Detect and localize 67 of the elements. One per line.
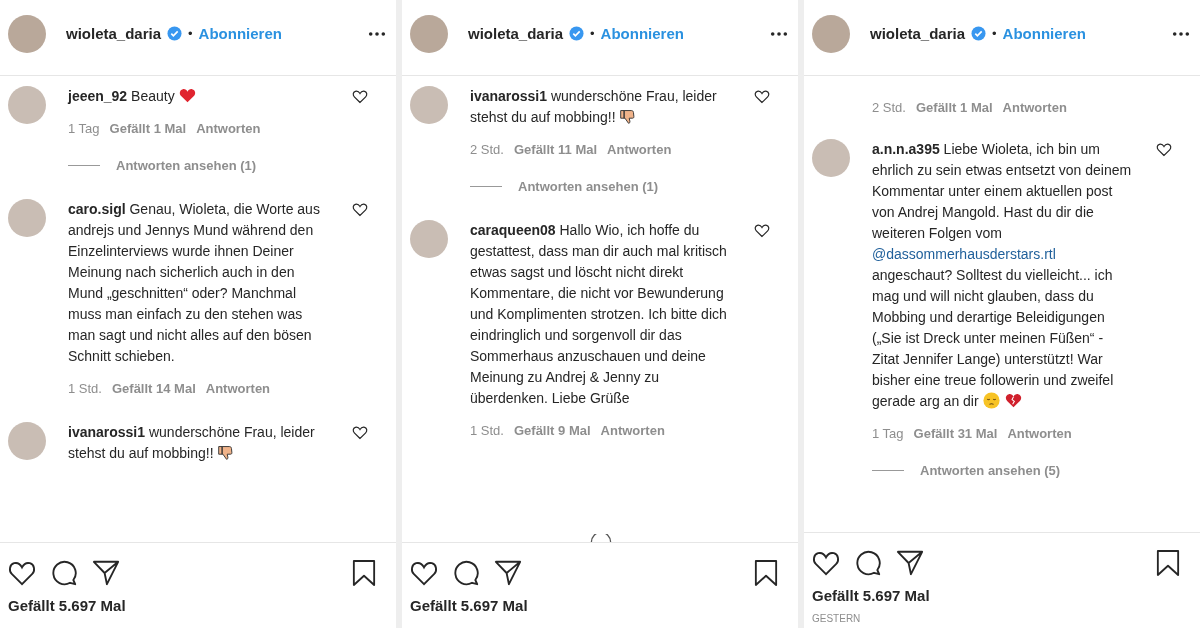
comment-time: 2 Std. bbox=[872, 100, 906, 115]
comment-icon[interactable] bbox=[50, 559, 78, 587]
follow-button[interactable]: Abonnieren bbox=[600, 25, 684, 42]
likes-count-link[interactable]: Gefällt 14 Mal bbox=[111, 381, 196, 396]
comment-text: ivanarossi1 wunderschöne Frau, leider stehst du auf mobbing!! bbox=[68, 423, 316, 463]
separator-dot: • bbox=[188, 26, 193, 41]
like-heart-icon[interactable] bbox=[754, 89, 770, 104]
likes-count-link[interactable]: Gefällt 31 Mal bbox=[913, 426, 998, 441]
like-heart-icon[interactable] bbox=[8, 559, 36, 587]
username-link[interactable]: wioleta_daria bbox=[468, 25, 564, 42]
separator-dot: • bbox=[992, 26, 997, 41]
likes-count-link[interactable]: Gefällt 1 Mal bbox=[109, 121, 187, 136]
bookmark-icon[interactable] bbox=[1156, 549, 1180, 577]
post-likes-count[interactable]: Gefällt 5.697 Mal bbox=[8, 597, 126, 614]
thumbs-down-icon bbox=[217, 444, 235, 461]
comment-text: jeeen_92 Beauty bbox=[68, 86, 330, 107]
username-link[interactable]: wioleta_daria bbox=[870, 25, 966, 42]
share-icon[interactable] bbox=[494, 559, 522, 587]
post-likes-count[interactable]: Gefällt 5.697 Mal bbox=[812, 587, 930, 604]
sad-face-icon bbox=[982, 392, 1000, 409]
username-link[interactable]: wioleta_daria bbox=[66, 25, 162, 42]
mention-link[interactable]: @dassommerhausderstars.rtl bbox=[872, 246, 1056, 262]
comment-icon[interactable] bbox=[452, 559, 480, 587]
reply-link[interactable]: Antworten bbox=[600, 423, 665, 438]
comment-text: a.n.n.a395 Liebe Wioleta, ich bin um ehrlich zu sein etwas entsetzt von deinem Kommentar unter einem aktuellen post von Andrej Mangold. Hast du dir die weiteren Folgen vom @dassommerhausderstars.rtl angeschaut? Solltest du vielleicht... ich mag und will nicht glauben, dass du Mobbing und derartige Beleidigungen („Sie ist Dreck unter meinen Füßen“ - Zitat Jennifer Lange) unterstützt! War bisher eine treue followerin und zweifel gerade arg an dir bbox=[872, 140, 1133, 411]
bookmark-icon[interactable] bbox=[754, 559, 778, 587]
share-icon[interactable] bbox=[896, 549, 924, 577]
comment-icon[interactable] bbox=[854, 549, 882, 577]
like-heart-icon[interactable] bbox=[754, 223, 770, 238]
follow-button[interactable]: Abonnieren bbox=[1002, 25, 1086, 42]
view-replies-link[interactable]: Antworten ansehen (5) bbox=[920, 463, 1061, 478]
like-heart-icon[interactable] bbox=[1156, 142, 1172, 157]
likes-count-link[interactable]: Gefällt 9 Mal bbox=[513, 423, 591, 438]
reply-link[interactable]: Antworten bbox=[1007, 426, 1072, 441]
view-replies-link[interactable]: Antworten ansehen (1) bbox=[518, 179, 659, 194]
post-likes-count[interactable]: Gefällt 5.697 Mal bbox=[410, 597, 528, 614]
comment-time: 1 Std. bbox=[470, 423, 504, 438]
comment-text: caraqueen08 Hallo Wio, ich hoffe du gestattest, dass man dir auch mal kritisch etwas sagst und löscht nicht direkt Kommentare, die nicht vor Bewunderung und Komplimenten strotzen. Ich bitte dich eindringlich und sorgenvoll dir das Sommerhaus anzuschauen und deine Meinung zu Andrej & Jenny zu überdenken. Liebe Grüße bbox=[470, 221, 728, 408]
comment-text: ivanarossi1 wunderschöne Frau, leider stehst du auf mobbing!! bbox=[470, 87, 718, 127]
follow-button[interactable]: Abonnieren bbox=[198, 25, 282, 42]
view-replies-link[interactable]: Antworten ansehen (1) bbox=[116, 158, 257, 173]
post-date: GESTERN bbox=[812, 613, 862, 624]
comment-time: 1 Std. bbox=[68, 381, 102, 396]
reply-link[interactable]: Antworten bbox=[607, 142, 672, 157]
likes-count-link[interactable]: Gefällt 11 Mal bbox=[513, 142, 598, 157]
broken-heart-icon bbox=[1005, 392, 1023, 409]
more-options-icon[interactable] bbox=[1172, 30, 1190, 37]
bookmark-icon[interactable] bbox=[352, 559, 376, 587]
reply-link[interactable]: Antworten bbox=[196, 121, 261, 136]
thumbs-down-icon bbox=[619, 108, 637, 125]
more-options-icon[interactable] bbox=[770, 30, 788, 37]
comment-time: 2 Std. bbox=[470, 142, 504, 157]
more-options-icon[interactable] bbox=[368, 30, 386, 37]
reply-link[interactable]: Antworten bbox=[1002, 100, 1067, 115]
comment-text: caro.sigl Genau, Wioleta, die Worte aus andrejs und Jennys Mund während den Einzelinterviews wurde ihnen Deiner Meinung nach sicherlich auch in den Mund „geschnitten“ oder? Manchmal muss man einfach zu den stehen was man sagt und nicht alles auf den bösen Schnitt schieben. bbox=[68, 200, 321, 366]
likes-count-link[interactable]: Gefällt 1 Mal bbox=[915, 100, 993, 115]
like-heart-icon[interactable] bbox=[812, 549, 840, 577]
like-heart-icon[interactable] bbox=[410, 559, 438, 587]
reply-link[interactable]: Antworten bbox=[205, 381, 271, 396]
comment-time: 1 Tag bbox=[68, 121, 100, 136]
share-icon[interactable] bbox=[92, 559, 120, 587]
like-heart-icon[interactable] bbox=[352, 425, 368, 440]
like-heart-icon[interactable] bbox=[352, 89, 368, 104]
heart-icon bbox=[178, 87, 196, 104]
like-heart-icon[interactable] bbox=[352, 202, 368, 217]
separator-dot: • bbox=[590, 26, 595, 41]
comment-time: 1 Tag bbox=[872, 426, 904, 441]
